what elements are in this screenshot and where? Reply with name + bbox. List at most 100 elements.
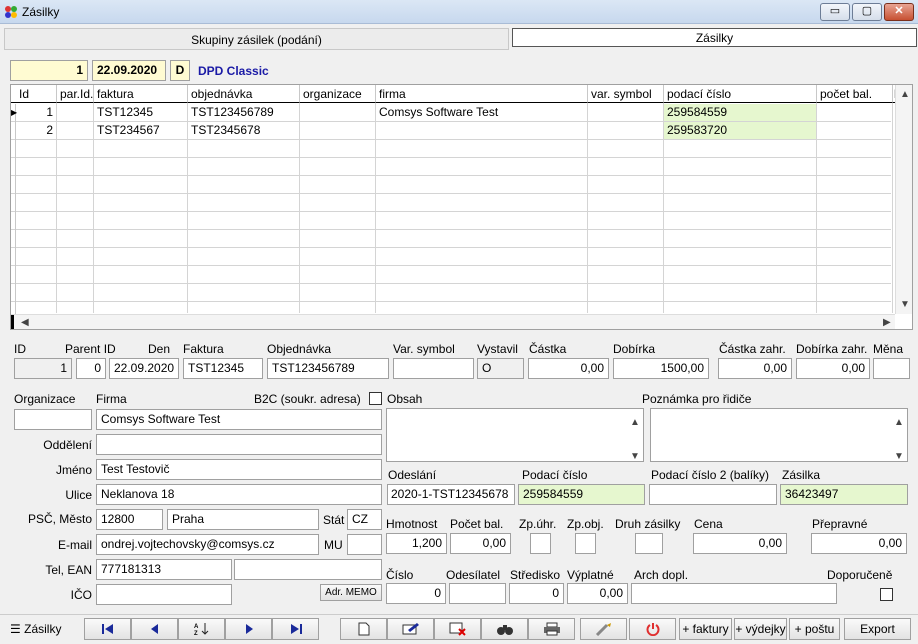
- label-pocet-bal: Počet bal.: [450, 517, 504, 531]
- podaci-cislo-field[interactable]: 259584559: [518, 484, 645, 505]
- edit-record-button[interactable]: [387, 618, 434, 640]
- col-header-id[interactable]: Id: [11, 85, 57, 103]
- cell-faktura[interactable]: TST12345: [94, 104, 188, 121]
- scroll-right-icon[interactable]: ▶: [883, 317, 891, 328]
- cell-podaci-cislo[interactable]: 259583720: [664, 122, 817, 139]
- scroll-up-icon[interactable]: ▲: [894, 413, 904, 432]
- col-header-firma[interactable]: firma: [376, 85, 588, 103]
- druh-zasilky-field[interactable]: [635, 533, 663, 554]
- odesilatel-field[interactable]: [449, 583, 506, 604]
- cislo-field[interactable]: 0: [386, 583, 446, 604]
- add-vydejky-button[interactable]: + výdejky: [734, 618, 787, 640]
- mena-field[interactable]: [873, 358, 910, 379]
- close-button[interactable]: ✕: [884, 3, 914, 21]
- add-postu-button[interactable]: + poštu: [789, 618, 840, 640]
- delete-record-button[interactable]: [434, 618, 481, 640]
- col-header-var-symbol[interactable]: var. symbol: [588, 85, 664, 103]
- tab-groups[interactable]: Skupiny zásilek (podání): [4, 28, 509, 50]
- vyplatne-field[interactable]: 0,00: [567, 583, 628, 604]
- var-symbol-field[interactable]: [393, 358, 474, 379]
- scroll-down-icon[interactable]: ▼: [630, 447, 640, 461]
- mu-field[interactable]: [347, 534, 382, 555]
- tools-button[interactable]: [580, 618, 627, 640]
- email-field[interactable]: ondrej.vojtechovsky@comsys.cz: [96, 534, 319, 555]
- cell-id[interactable]: 1: [19, 104, 56, 121]
- next-record-button[interactable]: [225, 618, 272, 640]
- search-button[interactable]: [481, 618, 528, 640]
- b2c-checkbox[interactable]: [369, 392, 382, 405]
- faktura-field[interactable]: TST12345: [183, 358, 263, 379]
- castka-zahr-field[interactable]: 0,00: [718, 358, 792, 379]
- dobirka-zahr-field[interactable]: 0,00: [796, 358, 870, 379]
- scroll-up-icon[interactable]: ▲: [630, 413, 640, 432]
- ean-field[interactable]: [234, 559, 382, 580]
- cell-objednavka[interactable]: TST123456789: [188, 104, 300, 121]
- vertical-scrollbar[interactable]: ▲ ▼: [895, 85, 912, 314]
- prev-record-button[interactable]: [131, 618, 178, 640]
- organizace-field[interactable]: [14, 409, 92, 430]
- scroll-down-icon[interactable]: ▼: [894, 447, 904, 461]
- col-header-pocet-bal[interactable]: počet bal.: [817, 85, 893, 103]
- scroll-up-icon[interactable]: ▲: [900, 89, 910, 100]
- odeslani-field[interactable]: 2020-1-TST12345678: [387, 484, 515, 505]
- export-button[interactable]: Export: [844, 618, 911, 640]
- dobirka-field[interactable]: 1500,00: [613, 358, 709, 379]
- col-header-objednavka[interactable]: objednávka: [188, 85, 300, 103]
- obsah-textarea[interactable]: ▲ ▼: [386, 408, 644, 462]
- jmeno-field[interactable]: Test Testovič: [96, 459, 382, 480]
- last-record-button[interactable]: [272, 618, 319, 640]
- cena-field[interactable]: 0,00: [693, 533, 787, 554]
- new-record-button[interactable]: [340, 618, 387, 640]
- horizontal-scrollbar[interactable]: ◀ ▶: [11, 314, 895, 329]
- podaci-cislo-2-field[interactable]: [649, 484, 777, 505]
- col-header-podaci-cislo[interactable]: podací číslo: [664, 85, 817, 103]
- label-podaci-cislo: Podací číslo: [522, 468, 588, 482]
- cell-objednavka[interactable]: TST2345678: [188, 122, 300, 139]
- parent-id-field[interactable]: 0: [76, 358, 106, 379]
- poznamka-textarea[interactable]: ▲ ▼: [650, 408, 908, 462]
- exit-button[interactable]: [629, 618, 676, 640]
- hmotnost-field[interactable]: 1,200: [386, 533, 447, 554]
- cell-podaci-cislo[interactable]: 259584559: [664, 104, 817, 121]
- zp-obj-field[interactable]: [575, 533, 596, 554]
- adr-memo-button[interactable]: Adr. MEMO: [320, 584, 382, 601]
- minimize-button[interactable]: ▭: [820, 3, 850, 21]
- print-button[interactable]: [528, 618, 575, 640]
- doporucene-checkbox[interactable]: [880, 588, 893, 601]
- menu-toggle[interactable]: ☰ Zásilky: [10, 622, 61, 636]
- maximize-button[interactable]: ▢: [852, 3, 882, 21]
- col-header-faktura[interactable]: faktura: [94, 85, 188, 103]
- ulice-field[interactable]: Neklanova 18: [96, 484, 382, 505]
- scroll-down-icon[interactable]: ▼: [900, 299, 910, 310]
- cell-firma[interactable]: Comsys Software Test: [376, 104, 588, 121]
- scroll-left-icon[interactable]: ◀: [21, 317, 29, 328]
- cell-faktura[interactable]: TST234567: [94, 122, 188, 139]
- pocet-bal-field[interactable]: 0,00: [450, 533, 511, 554]
- vystavil-field[interactable]: O: [477, 358, 524, 379]
- oddeleni-field[interactable]: [96, 434, 382, 455]
- arch-dopl-field[interactable]: [631, 583, 837, 604]
- tab-shipments[interactable]: Zásilky: [512, 28, 917, 47]
- mesto-field[interactable]: Praha: [167, 509, 319, 530]
- shipments-grid[interactable]: Id par.Id. faktura objednávka organizace…: [10, 84, 913, 330]
- col-header-organizace[interactable]: organizace: [300, 85, 376, 103]
- stredisko-field[interactable]: 0: [509, 583, 564, 604]
- id-field[interactable]: 1: [14, 358, 72, 379]
- firma-field[interactable]: Comsys Software Test: [96, 409, 382, 430]
- castka-field[interactable]: 0,00: [528, 358, 609, 379]
- first-record-button[interactable]: [84, 618, 131, 640]
- add-faktury-button[interactable]: + faktury: [679, 618, 732, 640]
- sort-button[interactable]: AZ: [178, 618, 225, 640]
- stat-field[interactable]: CZ: [347, 509, 382, 530]
- tel-field[interactable]: 777181313: [96, 559, 232, 580]
- den-field[interactable]: 22.09.2020: [109, 358, 179, 379]
- label-den: Den: [148, 342, 171, 356]
- cell-id[interactable]: 2: [19, 122, 56, 139]
- ico-field[interactable]: [96, 584, 232, 605]
- objednavka-field[interactable]: TST123456789: [267, 358, 389, 379]
- prepravne-field[interactable]: 0,00: [811, 533, 907, 554]
- col-header-par-id[interactable]: par.Id.: [57, 85, 94, 103]
- zasilka-field[interactable]: 36423497: [780, 484, 908, 505]
- psc-field[interactable]: 12800: [96, 509, 163, 530]
- zp-uhr-field[interactable]: [530, 533, 551, 554]
